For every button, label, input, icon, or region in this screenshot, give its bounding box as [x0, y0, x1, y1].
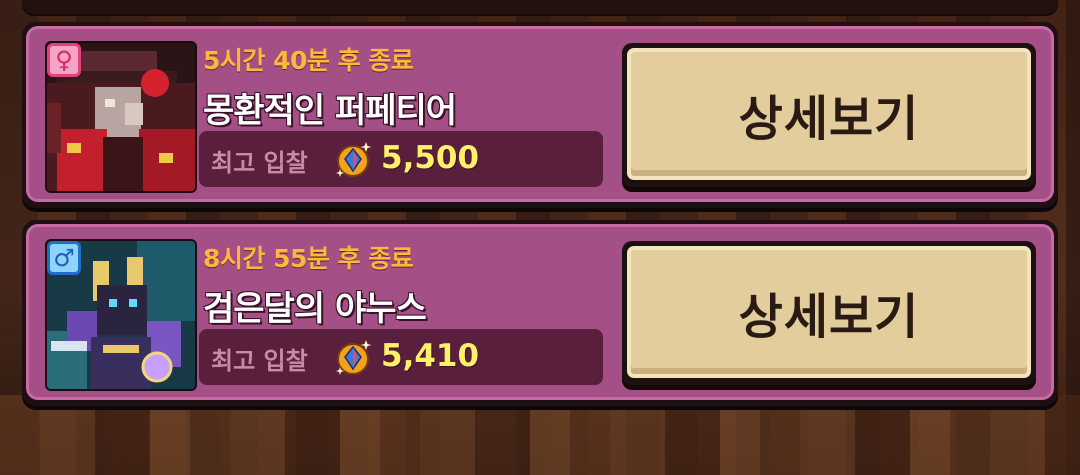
- female-gender-icon: ♀: [47, 43, 81, 77]
- auction-time-remaining: 8시간 55분 후 종료: [203, 244, 414, 273]
- view-details-button[interactable]: 상세보기: [622, 241, 1036, 385]
- highest-bid-panel: 최고 입찰 5,410: [199, 329, 603, 385]
- view-details-button-face: 상세보기: [627, 48, 1031, 180]
- highest-bid-label: 최고 입찰: [211, 149, 308, 177]
- auction-card: ♂ 8시간 55분 후 종료 검은달의 야누스 최고 입찰 5,410 상세보기: [22, 220, 1058, 406]
- view-details-label: 상세보기: [738, 91, 920, 147]
- gem-coin-icon: [336, 142, 372, 177]
- previous-card-edge: [22, 0, 1058, 14]
- background-decoration: [0, 395, 1080, 475]
- view-details-button[interactable]: 상세보기: [622, 43, 1036, 187]
- auction-time-remaining: 5시간 40분 후 종료: [203, 46, 414, 75]
- auction-card-body: ♀ 5시간 40분 후 종료 몽환적인 퍼페티어 최고 입찰 5,500 상세보…: [26, 26, 1054, 202]
- male-gender-icon: ♂: [47, 241, 81, 275]
- character-name: 몽환적인 퍼페티어: [203, 91, 457, 131]
- gem-coin-icon: [336, 340, 372, 375]
- view-details-label: 상세보기: [738, 289, 920, 345]
- auction-card-body: ♂ 8시간 55분 후 종료 검은달의 야누스 최고 입찰 5,410 상세보기: [26, 224, 1054, 400]
- view-details-button-face: 상세보기: [627, 246, 1031, 378]
- highest-bid-panel: 최고 입찰 5,500: [199, 131, 603, 187]
- highest-bid-label: 최고 입찰: [211, 347, 308, 375]
- character-name: 검은달의 야누스: [203, 289, 427, 329]
- highest-bid-value: 5,410: [381, 338, 480, 374]
- highest-bid-value: 5,500: [381, 140, 480, 176]
- auction-card: ♀ 5시간 40분 후 종료 몽환적인 퍼페티어 최고 입찰 5,500 상세보…: [22, 22, 1058, 208]
